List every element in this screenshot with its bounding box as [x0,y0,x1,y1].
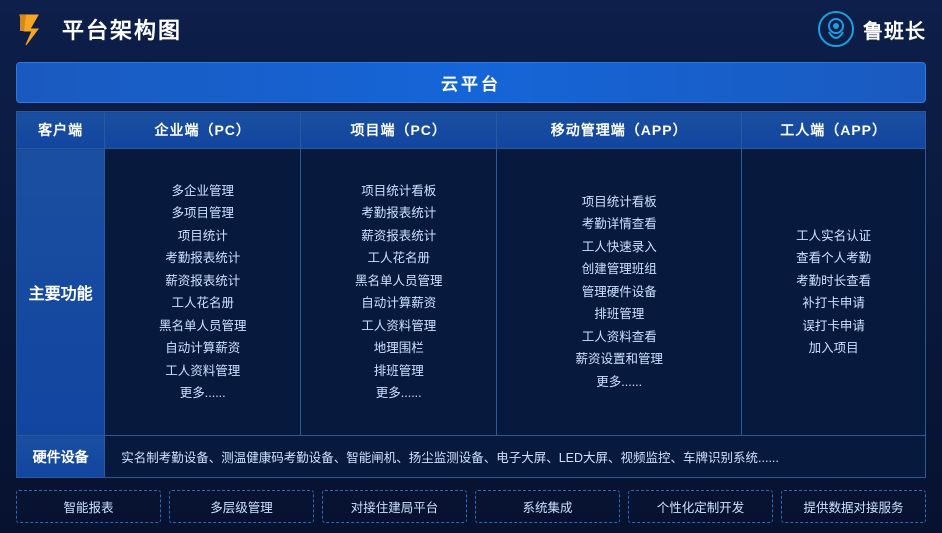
mf-2: 考勤详情查看 [505,213,733,236]
col-header-client: 客户端 [17,112,105,149]
pf-7: 工人资料管理 [309,315,488,338]
ef-3: 项目统计 [113,225,292,248]
row-header-main-features: 主要功能 [17,149,105,436]
pf-3: 薪资报表统计 [309,225,488,248]
mobile-features-list: 项目统计看板 考勤详情查看 工人快速录入 创建管理班组 管理硬件设备 排班管理 … [505,191,733,394]
bottom-box-1: 智能报表 [16,490,161,523]
wf-2: 查看个人考勤 [750,247,917,270]
ef-9: 工人资料管理 [113,360,292,383]
pf-6: 自动计算薪资 [309,292,488,315]
ef-1: 多企业管理 [113,180,292,203]
brand-logo: 鲁班长 [817,10,926,48]
pf-5: 黑名单人员管理 [309,270,488,293]
ef-6: 工人花名册 [113,292,292,315]
wf-1: 工人实名认证 [750,225,917,248]
wf-5: 误打卡申请 [750,315,917,338]
hardware-row: 硬件设备 实名制考勤设备、测温健康码考勤设备、智能闸机、扬尘监测设备、电子大屏、… [17,436,926,478]
wf-4: 补打卡申请 [750,292,917,315]
ef-7: 黑名单人员管理 [113,315,292,338]
enterprise-features-cell: 多企业管理 多项目管理 项目统计 考勤报表统计 薪资报表统计 工人花名册 黑名单… [105,149,301,436]
header: 平台架构图 鲁班长 [16,10,926,54]
mf-8: 薪资设置和管理 [505,348,733,371]
ef-8: 自动计算薪资 [113,337,292,360]
ef-2: 多项目管理 [113,202,292,225]
mobile-features-cell: 项目统计看板 考勤详情查看 工人快速录入 创建管理班组 管理硬件设备 排班管理 … [497,149,742,436]
logo-icon [16,11,52,47]
wf-3: 考勤时长查看 [750,270,917,293]
main-table: 客户端 企业端（PC） 项目端（PC） 移动管理端（APP） 工人端（APP） … [16,111,926,478]
project-features-cell: 项目统计看板 考勤报表统计 薪资报表统计 工人花名册 黑名单人员管理 自动计算薪… [301,149,497,436]
worker-features-list: 工人实名认证 查看个人考勤 考勤时长查看 补打卡申请 误打卡申请 加入项目 [750,225,917,360]
pf-8: 地理围栏 [309,337,488,360]
mf-1: 项目统计看板 [505,191,733,214]
wf-6: 加入项目 [750,337,917,360]
hardware-content: 实名制考勤设备、测温健康码考勤设备、智能闸机、扬尘监测设备、电子大屏、LED大屏… [105,436,926,478]
col-header-enterprise: 企业端（PC） [105,112,301,149]
column-headers-row: 客户端 企业端（PC） 项目端（PC） 移动管理端（APP） 工人端（APP） [17,112,926,149]
page-wrapper: 平台架构图 鲁班长 云平台 客户端 企业端（PC） [0,0,942,533]
col-header-project: 项目端（PC） [301,112,497,149]
main-features-row: 主要功能 多企业管理 多项目管理 项目统计 考勤报表统计 薪资报表统计 工人花名… [17,149,926,436]
ef-4: 考勤报表统计 [113,247,292,270]
brand-name: 鲁班长 [863,15,926,44]
col-header-worker: 工人端（APP） [742,112,926,149]
mf-3: 工人快速录入 [505,236,733,259]
bottom-box-4: 系统集成 [475,490,620,523]
bottom-box-3: 对接住建局平台 [322,490,467,523]
bottom-box-2: 多层级管理 [169,490,314,523]
mf-7: 工人资料查看 [505,326,733,349]
bottom-row: 智能报表 多层级管理 对接住建局平台 系统集成 个性化定制开发 提供数据对接服务 [16,490,926,523]
row-header-hardware: 硬件设备 [17,436,105,478]
ef-5: 薪资报表统计 [113,270,292,293]
pf-10: 更多...... [309,382,488,405]
pf-9: 排班管理 [309,360,488,383]
pf-1: 项目统计看板 [309,180,488,203]
ef-10: 更多...... [113,382,292,405]
mf-6: 排班管理 [505,303,733,326]
header-left: 平台架构图 [16,11,182,47]
mf-5: 管理硬件设备 [505,281,733,304]
page-title: 平台架构图 [62,13,182,45]
pf-2: 考勤报表统计 [309,202,488,225]
bottom-box-5: 个性化定制开发 [628,490,773,523]
col-header-mobile: 移动管理端（APP） [497,112,742,149]
project-features-list: 项目统计看板 考勤报表统计 薪资报表统计 工人花名册 黑名单人员管理 自动计算薪… [309,180,488,405]
mf-4: 创建管理班组 [505,258,733,281]
worker-features-cell: 工人实名认证 查看个人考勤 考勤时长查看 补打卡申请 误打卡申请 加入项目 [742,149,926,436]
bottom-box-6: 提供数据对接服务 [781,490,926,523]
brand-icon [817,10,855,48]
mf-9: 更多...... [505,371,733,394]
enterprise-features-list: 多企业管理 多项目管理 项目统计 考勤报表统计 薪资报表统计 工人花名册 黑名单… [113,180,292,405]
cloud-banner: 云平台 [16,62,926,103]
pf-4: 工人花名册 [309,247,488,270]
